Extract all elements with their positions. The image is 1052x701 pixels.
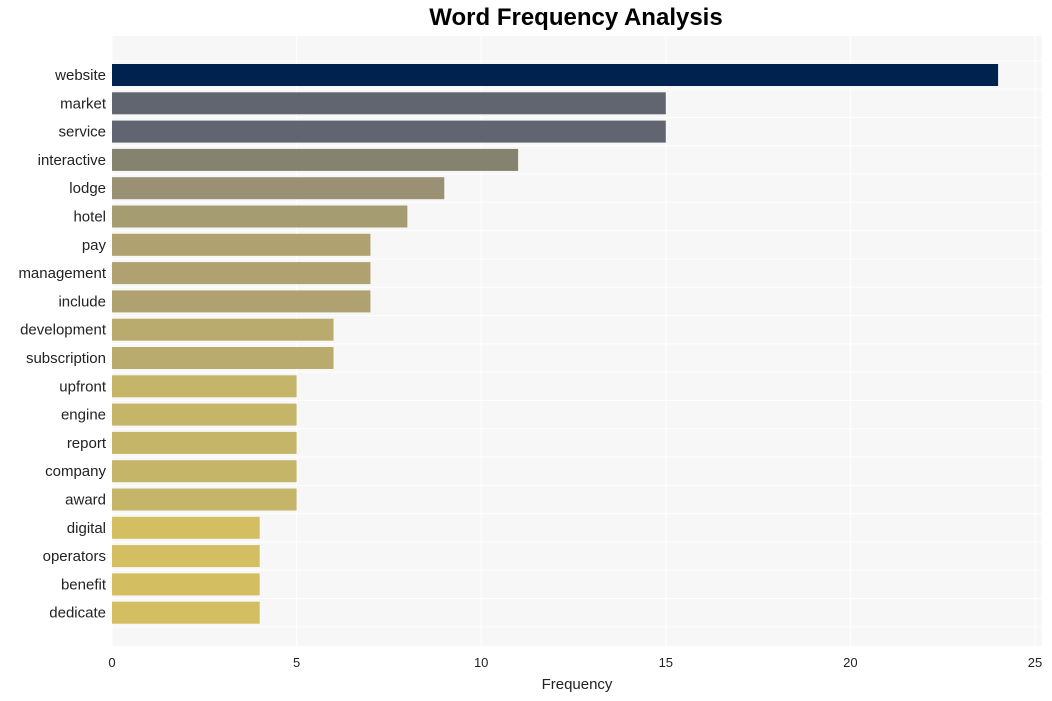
bar-company [112,460,297,483]
y-label-pay: pay [82,237,107,254]
y-axis-labels: website market service interactive lodge hote… [18,67,106,622]
y-label-market: market [60,95,107,112]
bar-report [112,431,297,454]
bar-interactive [112,148,519,171]
bar-pay [112,233,371,256]
x-tick-0: 0 [108,655,115,670]
bar-chart: website market service interactive lodge hote… [18,36,1042,693]
y-label-company: company [45,463,106,480]
bar-management [112,262,371,285]
bar-market [112,92,666,115]
y-label-report: report [67,435,107,452]
y-label-digital: digital [67,520,106,537]
y-label-include: include [58,293,106,310]
bar-website [112,64,999,86]
x-axis-ticks: 0 5 10 15 20 25 [108,655,1042,670]
x-tick-10: 10 [474,655,488,670]
bar-hotel [112,205,408,228]
y-label-interactive: interactive [38,152,106,169]
x-tick-25: 25 [1028,655,1042,670]
y-label-hotel: hotel [73,209,106,226]
bar-digital [112,516,260,539]
x-tick-5: 5 [293,655,300,670]
bar-service [112,120,666,143]
bar-lodge [112,177,445,200]
bar-award [112,488,297,511]
x-tick-15: 15 [659,655,673,670]
bar-development [112,318,334,341]
y-label-upfront: upfront [59,378,107,395]
y-label-lodge: lodge [69,180,106,197]
x-axis-label: Frequency [542,676,613,693]
y-label-website: website [54,67,106,84]
bar-dedicate [112,601,260,624]
y-label-management: management [18,265,106,282]
bar-upfront [112,375,297,398]
bar-operators [112,545,260,568]
bar-include [112,290,371,313]
y-label-subscription: subscription [26,350,106,367]
x-tick-20: 20 [843,655,857,670]
y-label-engine: engine [61,407,106,424]
y-label-development: development [20,322,107,339]
bar-benefit [112,573,260,596]
y-label-benefit: benefit [61,576,107,593]
bar-subscription [112,347,334,369]
y-label-award: award [65,492,106,509]
y-label-dedicate: dedicate [49,605,106,622]
y-label-service: service [58,124,106,141]
bar-engine [112,403,297,426]
y-label-operators: operators [43,548,106,565]
